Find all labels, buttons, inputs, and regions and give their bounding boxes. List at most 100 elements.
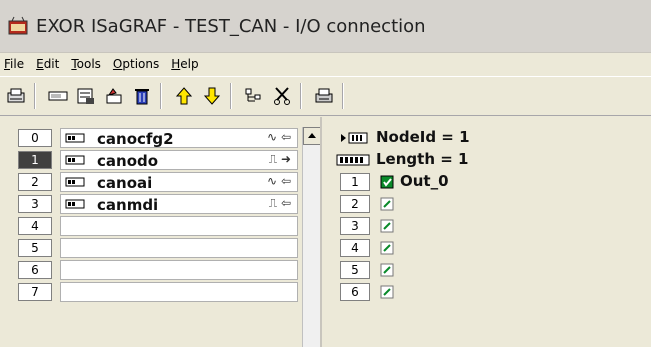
board-index[interactable]: 4 <box>18 217 52 235</box>
board-row[interactable]: 5 <box>18 237 298 259</box>
menu-bar: File Edit Tools Options Help <box>0 53 651 75</box>
node-icon <box>341 132 368 144</box>
toolbar <box>0 76 651 116</box>
board-index[interactable]: 0 <box>18 129 52 147</box>
menu-edit[interactable]: Edit <box>30 57 65 71</box>
board-type-symbol: ∿ ⇦ <box>267 174 291 188</box>
title-bar: EXOR ISaGRAF - TEST_CAN - I/O connection <box>0 0 651 53</box>
device-icon <box>65 177 85 187</box>
window-title: EXOR ISaGRAF - TEST_CAN - I/O connection <box>36 15 426 37</box>
print-preview-button[interactable] <box>4 84 28 108</box>
channel-index[interactable]: 6 <box>340 283 370 301</box>
board-cell[interactable] <box>60 282 298 302</box>
menu-file[interactable]: File <box>0 57 30 71</box>
toolbar-separator <box>230 83 232 109</box>
cut-button[interactable] <box>270 84 294 108</box>
edit-variable-icon[interactable] <box>380 263 394 277</box>
device-icon <box>65 155 85 165</box>
node-row: NodeId = 1 <box>330 127 650 149</box>
board-name: canoai <box>97 174 153 192</box>
board-cell[interactable] <box>60 260 298 280</box>
channel-row[interactable]: 4 <box>330 237 650 259</box>
channel-row[interactable]: 5 <box>330 259 650 281</box>
board-params-button[interactable] <box>74 84 98 108</box>
length-row: Length = 1 <box>330 149 650 171</box>
board-index[interactable]: 6 <box>18 261 52 279</box>
board-row[interactable]: 1 canodo ⎍ ➜ <box>18 149 298 171</box>
move-up-icon <box>176 87 192 105</box>
print-icon <box>315 88 333 103</box>
tree-button[interactable] <box>242 84 266 108</box>
menu-file-rest: ile <box>10 57 25 71</box>
tree-icon <box>245 88 261 102</box>
move-up-button[interactable] <box>172 84 196 108</box>
menu-tools[interactable]: Tools <box>65 57 107 71</box>
scroll-up-button[interactable] <box>303 127 321 145</box>
channel-index[interactable]: 1 <box>340 173 370 191</box>
channel-index[interactable]: 2 <box>340 195 370 213</box>
board-type-symbol: ∿ ⇦ <box>267 130 291 144</box>
delete-icon <box>135 89 149 105</box>
channel-row[interactable]: 1 Out_0 <box>330 171 650 193</box>
board-row[interactable]: 0 canocfg2 ∿ ⇦ <box>18 127 298 149</box>
print-button[interactable] <box>312 84 336 108</box>
board-cell[interactable]: canmdi ⎍ ⇦ <box>60 194 298 214</box>
node-id: NodeId = 1 <box>376 128 470 146</box>
menu-options[interactable]: Options <box>107 57 165 71</box>
board-cell[interactable]: canoai ∿ ⇦ <box>60 172 298 192</box>
board-row[interactable]: 2 canoai ∿ ⇦ <box>18 171 298 193</box>
channel-index[interactable]: 5 <box>340 261 370 279</box>
channel-index[interactable]: 4 <box>340 239 370 257</box>
channel-row[interactable]: 3 <box>330 215 650 237</box>
board-name: canocfg2 <box>97 130 174 148</box>
channel-row[interactable]: 6 <box>330 281 650 303</box>
board-icon <box>48 91 68 101</box>
board-type-symbol: ⎍ ➜ <box>268 152 291 166</box>
board-row[interactable]: 7 <box>18 281 298 303</box>
main-area: 0 canocfg2 ∿ ⇦ 1 canodo ⎍ ➜ 2 canoai ∿ ⇦ <box>0 117 651 347</box>
toolbar-separator <box>300 83 302 109</box>
arrow-up-icon <box>308 133 316 138</box>
cut-icon <box>274 87 290 105</box>
print-preview-icon <box>7 88 25 103</box>
board-index[interactable]: 2 <box>18 173 52 191</box>
channel-variable: Out_0 <box>400 172 449 190</box>
board-index[interactable]: 7 <box>18 283 52 301</box>
board-params-icon <box>77 88 94 104</box>
board-row[interactable]: 3 canmdi ⎍ ⇦ <box>18 193 298 215</box>
length-icon <box>336 154 370 166</box>
move-down-icon <box>204 87 220 105</box>
board-index[interactable]: 3 <box>18 195 52 213</box>
board-cell[interactable]: canocfg2 ∿ ⇦ <box>60 128 298 148</box>
vertical-scrollbar[interactable] <box>302 127 321 347</box>
board-name: canmdi <box>97 196 159 214</box>
toolbar-separator <box>34 83 36 109</box>
toolbar-separator <box>160 83 162 109</box>
toolbar-separator <box>342 83 344 109</box>
edit-variable-icon[interactable] <box>380 241 394 255</box>
delete-button[interactable] <box>130 84 154 108</box>
board-button[interactable] <box>46 84 70 108</box>
board-index[interactable]: 1 <box>18 151 52 169</box>
board-row[interactable]: 6 <box>18 259 298 281</box>
length: Length = 1 <box>376 150 469 168</box>
board-cell[interactable] <box>60 238 298 258</box>
edit-variable-icon[interactable] <box>380 219 394 233</box>
device-icon <box>65 133 85 143</box>
edit-variable-icon[interactable] <box>380 285 394 299</box>
board-cell[interactable] <box>60 216 298 236</box>
variable-active-icon <box>380 175 394 189</box>
edit-variable-icon[interactable] <box>380 197 394 211</box>
move-down-button[interactable] <box>200 84 224 108</box>
board-edit-button[interactable] <box>102 84 126 108</box>
channel-row[interactable]: 2 <box>330 193 650 215</box>
channel-index[interactable]: 3 <box>340 217 370 235</box>
board-name: canodo <box>97 152 159 170</box>
board-type-symbol: ⎍ ⇦ <box>268 196 291 210</box>
menu-help[interactable]: Help <box>165 57 204 71</box>
board-row[interactable]: 4 <box>18 215 298 237</box>
device-icon <box>65 199 85 209</box>
board-index[interactable]: 5 <box>18 239 52 257</box>
app-icon <box>8 16 28 35</box>
board-cell[interactable]: canodo ⎍ ➜ <box>60 150 298 170</box>
